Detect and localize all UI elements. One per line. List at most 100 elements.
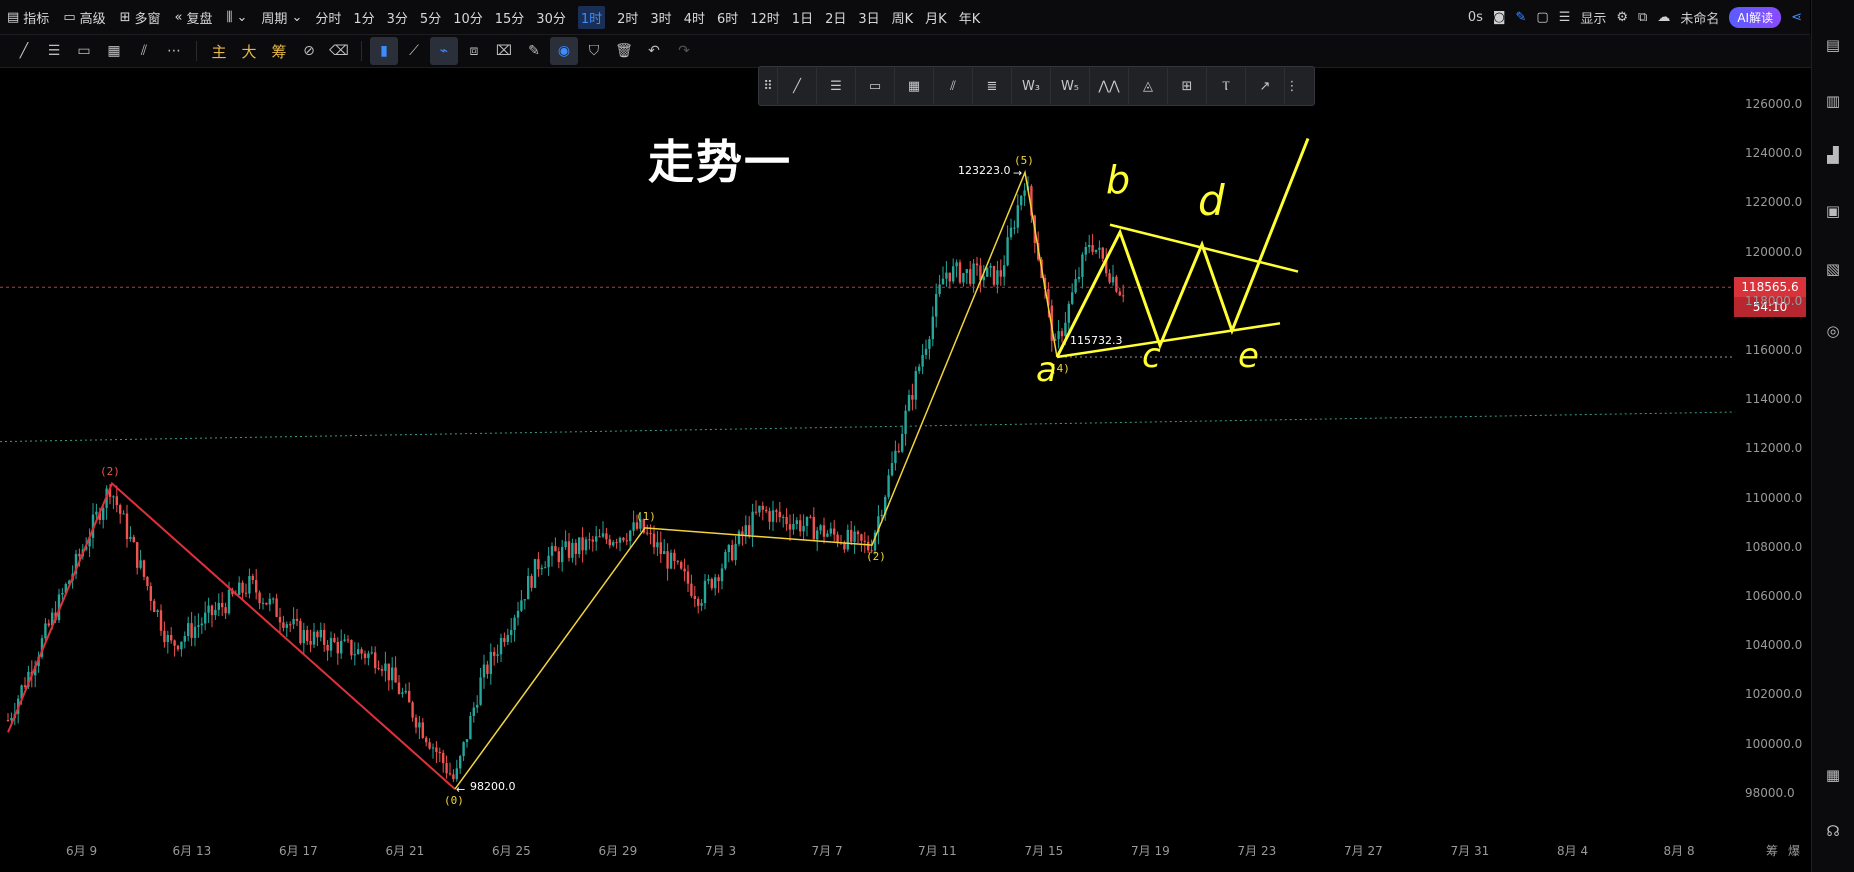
latency-label: 0s xyxy=(1467,9,1483,25)
interval-9[interactable]: 3时 xyxy=(644,0,677,34)
interval-6[interactable]: 30分 xyxy=(530,0,572,34)
filter-tool[interactable]: ⛉ xyxy=(580,37,608,65)
interval-10[interactable]: 4时 xyxy=(678,0,711,34)
interval-11[interactable]: 6时 xyxy=(711,0,744,34)
candle-body xyxy=(1020,195,1023,206)
candle-body xyxy=(493,651,496,656)
ai-button[interactable]: AI解读 xyxy=(1729,6,1782,28)
candle-body xyxy=(578,537,581,554)
edit-tool[interactable]: ✎ xyxy=(520,37,548,65)
interval-5[interactable]: 15分 xyxy=(489,0,531,34)
candle-body xyxy=(170,634,173,641)
headset-icon[interactable]: ☊ xyxy=(1824,822,1842,840)
lock-drawing-tool[interactable]: ⧈ xyxy=(460,37,488,65)
advanced-button[interactable]: ▭ 高级 xyxy=(56,0,112,34)
candle-body xyxy=(261,602,265,604)
interval-7[interactable]: 1时 xyxy=(572,0,611,34)
more-tools-button[interactable]: ⋯ xyxy=(160,37,188,65)
indicator-button[interactable]: ▤ 指标 xyxy=(0,0,56,34)
y-tick-label: 114000.0 xyxy=(1745,392,1803,407)
candle-body xyxy=(408,690,411,703)
channel-tool[interactable]: ▦ xyxy=(100,37,128,65)
rectangle-tool[interactable]: ▭ xyxy=(70,37,98,65)
chart-icon[interactable]: ▟ xyxy=(1824,146,1842,164)
gear-icon[interactable]: ⚙ xyxy=(1616,10,1628,25)
interval-3[interactable]: 5分 xyxy=(414,0,447,34)
multi-window-button[interactable]: ⊞ 多窗 xyxy=(113,0,168,34)
erase-icon[interactable]: ⌫ xyxy=(325,37,353,65)
interval-17[interactable]: 月K xyxy=(919,0,953,34)
interval-0[interactable]: 分时 xyxy=(309,0,347,34)
interval-16[interactable]: 周K xyxy=(886,0,920,34)
candle-body xyxy=(112,496,115,498)
candle-body xyxy=(200,623,203,626)
camera-icon[interactable]: ◙ xyxy=(1493,10,1506,25)
horizontal-lines-tool[interactable]: ☰ xyxy=(40,37,68,65)
candle-body xyxy=(258,592,261,604)
candle-body xyxy=(391,667,394,681)
replay-button[interactable]: «复盘 xyxy=(168,0,220,34)
ruler-tool[interactable]: ⟋ xyxy=(400,37,428,65)
trendline-tool[interactable]: ╱ xyxy=(10,37,38,65)
window-icon[interactable]: ▧ xyxy=(1824,260,1842,278)
candle-body xyxy=(340,640,343,654)
interval-13[interactable]: 1日 xyxy=(786,0,819,34)
visibility-tool[interactable]: ◉ xyxy=(550,37,578,65)
candle-body xyxy=(1091,245,1094,252)
magnet-tool[interactable]: ⌁ xyxy=(430,37,458,65)
candle-body xyxy=(686,571,690,584)
workspace-dropdown[interactable]: 未命名 xyxy=(1680,8,1719,27)
candle-body xyxy=(1023,190,1026,196)
bookmark-tool[interactable]: ▮ xyxy=(370,37,398,65)
trash-icon[interactable]: 🗑 xyxy=(610,37,638,65)
interval-12[interactable]: 12时 xyxy=(744,0,786,34)
monitor-icon[interactable]: ▣ xyxy=(1824,202,1842,220)
target-icon[interactable]: ◎ xyxy=(1824,322,1842,340)
big-order-button[interactable]: 大 xyxy=(235,37,263,65)
period-dropdown[interactable]: 周期 ⌄ xyxy=(254,0,309,34)
interval-14[interactable]: 2日 xyxy=(819,0,852,34)
candle-body xyxy=(503,637,506,643)
price-chart[interactable]: →← xyxy=(0,68,1735,844)
candle-body xyxy=(78,553,81,557)
interval-4[interactable]: 10分 xyxy=(447,0,489,34)
compare-icon[interactable]: ⊘ xyxy=(295,37,323,65)
divider xyxy=(361,41,362,61)
impulse-wave-line xyxy=(454,169,1058,790)
candle-body xyxy=(428,742,431,749)
candle-body xyxy=(414,717,418,728)
candle-body xyxy=(516,610,520,618)
document-icon[interactable]: ▤ xyxy=(1824,36,1842,54)
candle-body xyxy=(1006,237,1009,266)
candle-body xyxy=(703,580,707,603)
candlestick-icon: ⫼ xyxy=(226,9,233,25)
layers-icon[interactable]: ⧉ xyxy=(1638,10,1647,25)
panel-icon[interactable]: ▦ xyxy=(1824,766,1842,784)
delete-tool[interactable]: ⌧ xyxy=(490,37,518,65)
pitchfork-tool[interactable]: ⫽ xyxy=(130,37,158,65)
layout-icon[interactable]: ▢ xyxy=(1536,10,1548,25)
calendar-icon[interactable]: ▥ xyxy=(1824,92,1842,110)
topbar-right: 0s ◙ ✎ ▢ ☰ 显示 ⚙ ⧉ ☁ 未命名 AI解读 ⋖ xyxy=(1468,0,1810,34)
interval-1[interactable]: 1分 xyxy=(347,0,380,34)
candle-body xyxy=(306,630,309,642)
interval-2[interactable]: 3分 xyxy=(381,0,414,34)
interval-15[interactable]: 3日 xyxy=(852,0,885,34)
pen-icon[interactable]: ✎ xyxy=(1516,10,1527,25)
chip-button[interactable]: 筹 xyxy=(265,37,293,65)
main-indicator-button[interactable]: 主 xyxy=(205,37,233,65)
list-icon[interactable]: ☰ xyxy=(1559,10,1571,25)
interval-8[interactable]: 2时 xyxy=(611,0,644,34)
display-button[interactable]: 显示 xyxy=(1580,8,1606,27)
candle-body xyxy=(584,539,588,551)
candle-body xyxy=(452,774,455,780)
interval-18[interactable]: 年K xyxy=(953,0,987,34)
chart-type-dropdown[interactable]: ⫼ ⌄ xyxy=(220,0,255,34)
y-tick-label: 126000.0 xyxy=(1745,97,1803,111)
candle-body xyxy=(574,542,577,554)
candle-body xyxy=(248,575,251,594)
undo-icon[interactable]: ↶ xyxy=(640,37,668,65)
redo-icon[interactable]: ↷ xyxy=(670,37,698,65)
candle-body xyxy=(581,537,584,551)
share-icon[interactable]: ⋖ xyxy=(1791,10,1802,25)
